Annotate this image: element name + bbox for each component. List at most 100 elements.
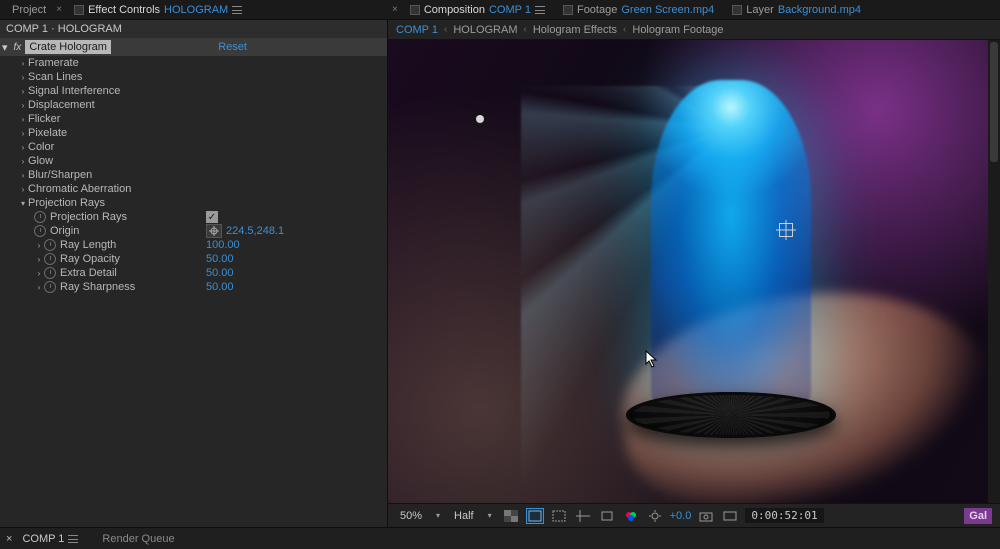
value-ray-sharpness[interactable]: 50.00 — [206, 281, 234, 293]
tab-effect-controls-target: HOLOGRAM — [164, 4, 228, 16]
chevron-right-icon[interactable]: › — [18, 129, 28, 138]
chevron-right-icon[interactable]: › — [18, 171, 28, 180]
group-blur-sharpen[interactable]: ›Blur/Sharpen — [0, 168, 387, 182]
panel-menu-icon[interactable] — [68, 535, 78, 543]
panel-icon — [74, 5, 84, 15]
reset-link[interactable]: Reset — [218, 41, 247, 53]
chevron-down-icon[interactable]: ▾ — [0, 41, 10, 54]
resolution-select[interactable]: Half — [450, 509, 478, 523]
tab-effect-controls[interactable]: Effect Controls HOLOGRAM — [66, 2, 250, 18]
tab-footage-target: Green Screen.mp4 — [621, 4, 714, 16]
transparency-grid-icon[interactable] — [502, 508, 520, 524]
prop-projection-rays-toggle: Projection Rays ✓ — [0, 210, 387, 224]
cursor-icon — [645, 350, 659, 371]
stopwatch-icon[interactable] — [44, 281, 56, 293]
timeline-tabs: × COMP 1 Render Queue — [0, 527, 1000, 549]
crosshair-icon[interactable] — [206, 224, 222, 238]
panel-menu-icon[interactable] — [232, 6, 242, 14]
channel-icon[interactable] — [598, 508, 616, 524]
tab-layer-target: Background.mp4 — [778, 4, 861, 16]
group-flicker[interactable]: ›Flicker — [0, 112, 387, 126]
value-ray-opacity[interactable]: 50.00 — [206, 253, 234, 265]
chevron-right-icon[interactable]: › — [34, 241, 44, 250]
fx-icon[interactable]: fx — [10, 42, 26, 53]
chevron-right-icon[interactable]: › — [34, 283, 44, 292]
value-ray-length[interactable]: 100.00 — [206, 239, 240, 251]
right-panel-tabs: × Composition COMP 1 Footage Green Scree… — [388, 0, 1000, 20]
group-chromatic-aberration[interactable]: ›Chromatic Aberration — [0, 182, 387, 196]
viewer-footer: 50% ▾ Half ▾ +0.0 0:00:52:01 Gal — [388, 503, 1000, 527]
zoom-select[interactable]: 50% — [396, 509, 426, 523]
panel-icon — [732, 5, 742, 15]
group-glow[interactable]: ›Glow — [0, 154, 387, 168]
chevron-right-icon[interactable]: › — [18, 115, 28, 124]
value-extra-detail[interactable]: 50.00 — [206, 267, 234, 279]
tab-footage[interactable]: Footage Green Screen.mp4 — [555, 2, 722, 18]
group-projection-rays[interactable]: ▾Projection Rays — [0, 196, 387, 210]
chevron-down-icon[interactable]: ▾ — [432, 511, 444, 520]
guides-icon[interactable] — [574, 508, 592, 524]
effect-origin-marker[interactable] — [476, 115, 484, 123]
group-pixelate[interactable]: ›Pixelate — [0, 126, 387, 140]
chevron-right-icon[interactable]: › — [18, 73, 28, 82]
tab-render-queue[interactable]: Render Queue — [102, 533, 174, 545]
color-management-icon[interactable] — [622, 508, 640, 524]
chevron-right-icon[interactable]: › — [34, 255, 44, 264]
tab-timeline-comp[interactable]: COMP 1 — [18, 533, 78, 545]
tab-timeline-label: COMP 1 — [22, 533, 64, 545]
exposure-value[interactable]: +0.0 — [670, 510, 692, 522]
breadcrumb-item[interactable]: COMP 1 — [396, 24, 438, 36]
viewer-scrollbar[interactable] — [988, 40, 1000, 503]
tab-project[interactable]: Project — [4, 2, 54, 18]
preview-hologram-figure — [651, 80, 811, 420]
group-color[interactable]: ›Color — [0, 140, 387, 154]
chevron-right-icon[interactable]: › — [18, 101, 28, 110]
close-icon[interactable]: × — [6, 533, 12, 545]
effect-name[interactable]: Crate Hologram — [25, 40, 111, 54]
tab-footage-label: Footage — [577, 4, 617, 16]
stopwatch-icon[interactable] — [34, 225, 46, 237]
timecode[interactable]: 0:00:52:01 — [745, 508, 823, 523]
chevron-right-icon[interactable]: › — [18, 185, 28, 194]
chevron-right-icon[interactable]: › — [18, 143, 28, 152]
chevron-right-icon[interactable]: › — [34, 269, 44, 278]
layer-anchor-icon[interactable] — [779, 223, 793, 237]
panel-menu-icon[interactable] — [535, 6, 545, 14]
breadcrumb-item[interactable]: Hologram Effects — [533, 24, 617, 36]
chevron-down-icon[interactable]: ▾ — [18, 199, 28, 208]
scrollbar-thumb[interactable] — [990, 42, 998, 162]
region-of-interest-icon[interactable] — [550, 508, 568, 524]
chevron-down-icon[interactable]: ▾ — [484, 511, 496, 520]
group-scan-lines[interactable]: ›Scan Lines — [0, 70, 387, 84]
chevron-left-icon: ‹ — [444, 24, 447, 35]
tab-project-label: Project — [12, 4, 46, 16]
stopwatch-icon[interactable] — [44, 267, 56, 279]
group-framerate[interactable]: ›Framerate — [0, 56, 387, 70]
breadcrumb-item[interactable]: HOLOGRAM — [453, 24, 517, 36]
breadcrumb-item[interactable]: Hologram Footage — [632, 24, 723, 36]
effect-properties-list: ›Framerate ›Scan Lines ›Signal Interfere… — [0, 56, 387, 527]
snapshot-icon[interactable] — [697, 508, 715, 524]
group-signal-interference[interactable]: ›Signal Interference — [0, 84, 387, 98]
exposure-icon[interactable] — [646, 508, 664, 524]
close-icon[interactable]: × — [56, 4, 62, 15]
composition-panel: COMP 1 ‹ HOLOGRAM ‹ Hologram Effects ‹ H… — [388, 20, 1000, 527]
composition-viewer[interactable] — [388, 40, 1000, 503]
chevron-left-icon: ‹ — [524, 24, 527, 35]
group-displacement[interactable]: ›Displacement — [0, 98, 387, 112]
stopwatch-icon[interactable] — [44, 253, 56, 265]
close-icon[interactable]: × — [392, 4, 398, 15]
preview-base-disc — [626, 392, 836, 438]
stopwatch-icon[interactable] — [44, 239, 56, 251]
chevron-right-icon[interactable]: › — [18, 87, 28, 96]
chevron-right-icon[interactable]: › — [18, 59, 28, 68]
stopwatch-icon[interactable] — [34, 211, 46, 223]
tab-layer[interactable]: Layer Background.mp4 — [724, 2, 869, 18]
effect-title-row[interactable]: ▾ fx Crate Hologram Reset — [0, 38, 387, 56]
show-snapshot-icon[interactable] — [721, 508, 739, 524]
value-origin[interactable]: 224.5,248.1 — [226, 225, 284, 237]
tab-composition[interactable]: Composition COMP 1 — [402, 2, 553, 18]
checkbox-projection-rays[interactable]: ✓ — [206, 211, 218, 223]
mask-visibility-icon[interactable] — [526, 508, 544, 524]
chevron-right-icon[interactable]: › — [18, 157, 28, 166]
